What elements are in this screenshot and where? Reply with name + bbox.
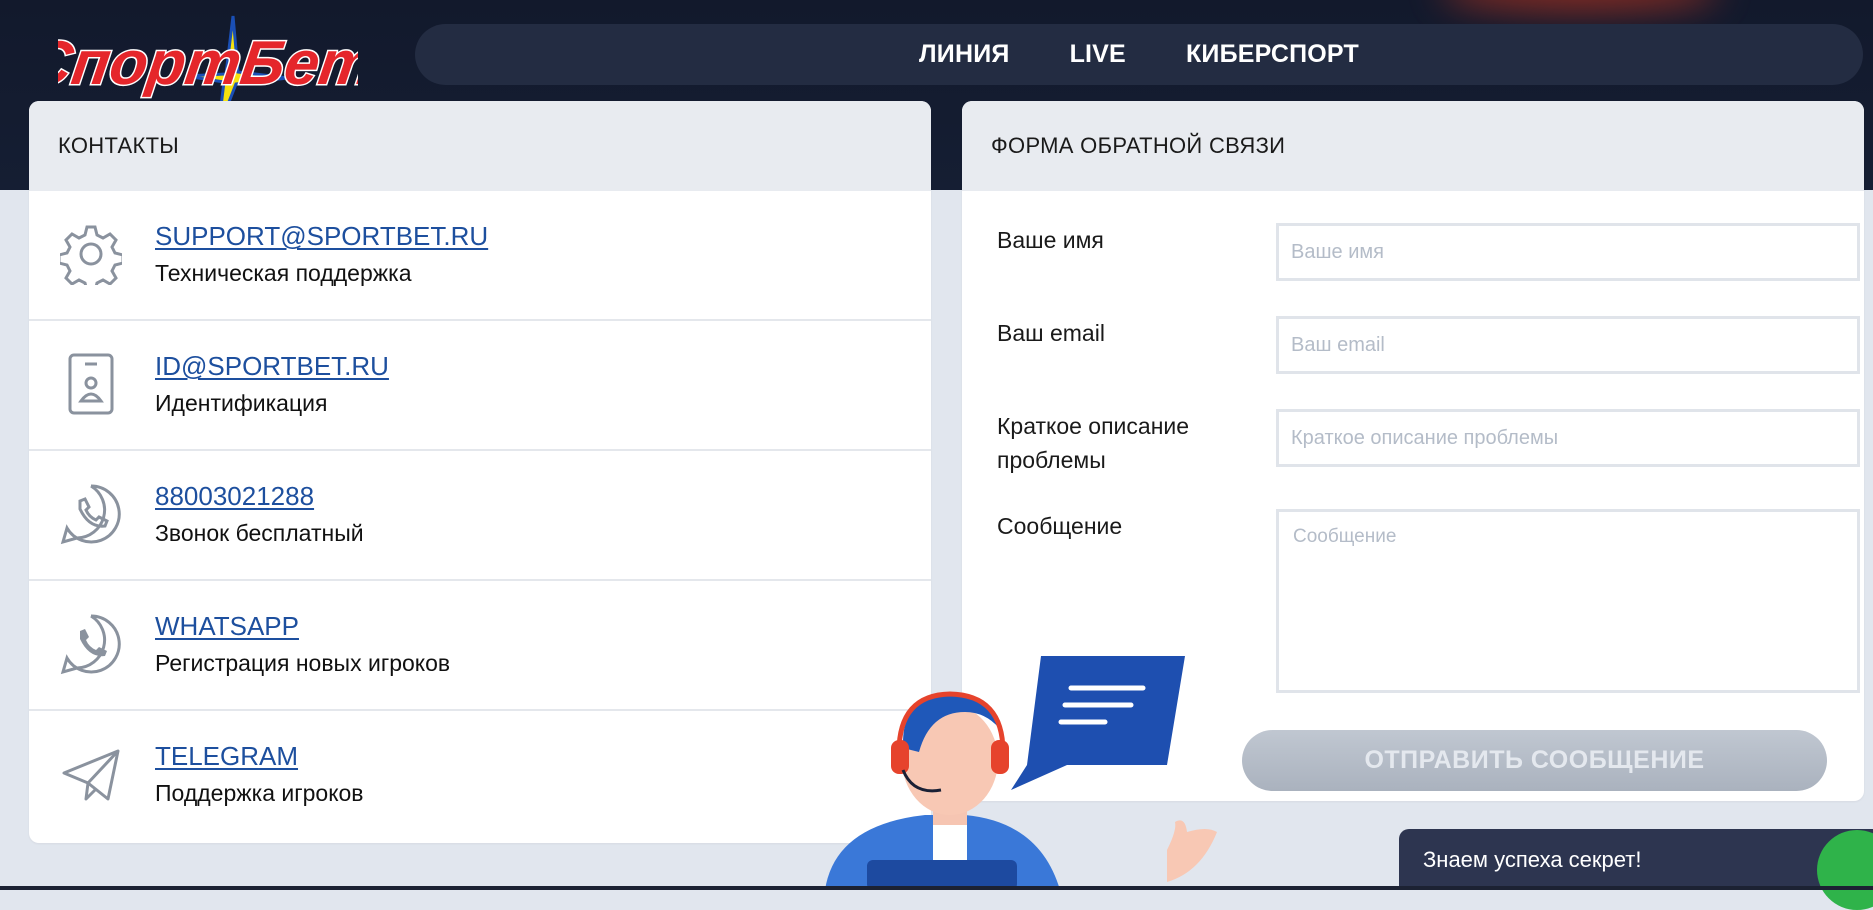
message-textarea[interactable]: [1276, 509, 1860, 693]
contacts-card: КОНТАКТЫ SUPPORT@SPORTBET.RU Техническая…: [29, 101, 931, 843]
chat-widget[interactable]: Знаем успеха секрет!: [1399, 829, 1873, 890]
contact-desc-phone: Звонок бесплатный: [155, 520, 364, 546]
contact-row-phone: 88003021288 Звонок бесплатный: [29, 451, 931, 581]
contact-link-support[interactable]: SUPPORT@SPORTBET.RU: [155, 221, 488, 252]
contact-link-telegram[interactable]: TELEGRAM: [155, 741, 364, 772]
phone-icon: [60, 484, 121, 545]
submit-message-button[interactable]: ОТПРАВИТЬ СООБЩЕНИЕ: [1242, 730, 1827, 791]
nav-item-line[interactable]: ЛИНИЯ: [919, 40, 1010, 69]
chat-widget-text: Знаем успеха секрет!: [1423, 846, 1642, 872]
subject-input[interactable]: [1276, 409, 1860, 467]
feedback-form-title: ФОРМА ОБРАТНОЙ СВЯЗИ: [962, 101, 1864, 191]
contacts-title: КОНТАКТЫ: [29, 101, 931, 191]
support-agent-illustration: [825, 656, 1217, 890]
gear-icon: [60, 225, 122, 285]
email-label: Ваш email: [997, 320, 1105, 346]
contact-row-telegram: TELEGRAM Поддержка игроков: [29, 711, 931, 839]
subject-label: Краткое описание проблемы: [997, 413, 1190, 473]
nav-item-esports[interactable]: КИБЕРСПОРТ: [1186, 40, 1359, 69]
telegram-icon: [62, 749, 120, 801]
id-card-icon: [68, 353, 114, 415]
contact-link-phone[interactable]: 88003021288: [155, 481, 364, 512]
contact-desc-telegram: Поддержка игроков: [155, 780, 364, 806]
bottom-edge-bar: [0, 886, 1873, 890]
contact-desc-whatsapp: Регистрация новых игроков: [155, 650, 451, 676]
message-label: Сообщение: [997, 513, 1123, 539]
whatsapp-icon: [60, 614, 121, 675]
email-input[interactable]: [1276, 316, 1860, 374]
name-input[interactable]: [1276, 223, 1860, 281]
contact-row-support: SUPPORT@SPORTBET.RU Техническая поддержк…: [29, 191, 931, 321]
contact-link-id[interactable]: ID@SPORTBET.RU: [155, 351, 389, 382]
contact-desc-id: Идентификация: [155, 390, 328, 416]
contact-row-whatsapp: WHATSAPP Регистрация новых игроков: [29, 581, 931, 711]
name-label: Ваше имя: [997, 227, 1104, 253]
contact-desc-support: Техническая поддержка: [155, 260, 412, 286]
nav-item-live[interactable]: LIVE: [1070, 40, 1126, 69]
main-nav: ЛИНИЯ LIVE КИБЕРСПОРТ: [415, 24, 1863, 85]
contact-link-whatsapp[interactable]: WHATSAPP: [155, 611, 450, 642]
contact-row-id: ID@SPORTBET.RU Идентификация: [29, 321, 931, 451]
logo-text: СпортБет: [58, 29, 358, 98]
